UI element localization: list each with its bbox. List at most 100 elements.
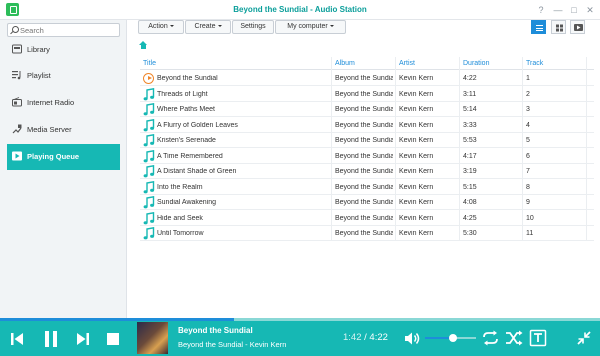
- playback-time: 1:42 / 4:22: [343, 332, 388, 343]
- table-row[interactable]: Sundial Awakening Beyond the Sundial Kevin…: [140, 195, 594, 210]
- column-header-artist[interactable]: Artist: [399, 60, 415, 67]
- sidebar-item-internet-radio[interactable]: Internet Radio: [7, 90, 120, 116]
- cell-album: Beyond the Sundial: [335, 183, 393, 191]
- now-playing-title: Beyond the Sundial: [178, 326, 253, 335]
- music-note-icon: [143, 149, 155, 162]
- sidebar: Library Playlist Internet Radio Media Se…: [0, 20, 127, 318]
- table-row[interactable]: A Time Remembered Beyond the Sundial Kevin…: [140, 149, 594, 164]
- music-note-icon: [143, 118, 155, 131]
- previous-track-icon[interactable]: [8, 330, 26, 348]
- cell-artist: Kevin Kern: [399, 90, 434, 98]
- mini-player-icon[interactable]: [576, 330, 592, 346]
- title-bar: Beyond the Sundial - Audio Station ? — □…: [0, 0, 600, 20]
- sidebar-item-label: Library: [27, 45, 50, 54]
- grid-view-icon[interactable]: [551, 20, 566, 34]
- cell-duration: 3:19: [463, 168, 477, 175]
- lyrics-icon[interactable]: [529, 329, 547, 347]
- close-icon[interactable]: ✕: [584, 4, 596, 16]
- cell-artist: Kevin Kern: [399, 183, 434, 191]
- sidebar-item-label: Media Server: [27, 125, 72, 134]
- cell-artist: Kevin Kern: [399, 214, 434, 222]
- window-title: Beyond the Sundial - Audio Station: [233, 5, 367, 14]
- sidebar-item-playlist[interactable]: Playlist: [7, 63, 120, 89]
- cell-artist: Kevin Kern: [399, 137, 434, 144]
- cell-track: 4: [526, 121, 530, 129]
- cell-album: Beyond the Sundial: [335, 230, 393, 237]
- now-playing-icon: [143, 73, 154, 84]
- cell-artist: Kevin Kern: [399, 230, 434, 237]
- next-track-icon[interactable]: [74, 330, 92, 348]
- play-icon: [12, 151, 22, 161]
- table-row[interactable]: Kristen's Serenade Beyond the Sundial Kevi…: [140, 133, 594, 148]
- help-icon[interactable]: ?: [535, 4, 547, 16]
- table-row[interactable]: A Flurry of Golden Leaves Beyond the Sund…: [140, 118, 594, 133]
- cell-track: 3: [526, 106, 530, 113]
- radio-icon: [12, 97, 22, 107]
- table-row[interactable]: Into the Realm Beyond the Sundial Kevin Ke…: [140, 180, 594, 195]
- table-row[interactable]: Where Paths Meet Beyond the Sundial Kevin …: [140, 102, 594, 117]
- search-box[interactable]: [7, 23, 120, 37]
- sidebar-item-playing-queue[interactable]: Playing Queue: [7, 144, 120, 170]
- music-note-icon: [143, 227, 155, 240]
- sidebar-item-label: Playing Queue: [27, 152, 80, 161]
- player-bar: Beyond the Sundial Beyond the Sundial - …: [0, 321, 600, 356]
- cell-track: 7: [526, 168, 530, 175]
- cell-artist: Kevin Kern: [399, 106, 434, 113]
- cell-track: 11: [526, 230, 534, 237]
- sidebar-item-label: Playlist: [27, 71, 51, 80]
- maximize-icon[interactable]: □: [568, 4, 580, 16]
- column-header-duration[interactable]: Duration: [463, 60, 489, 67]
- cell-track: 1: [526, 75, 530, 82]
- repeat-icon[interactable]: [481, 329, 500, 347]
- settings-button[interactable]: Settings: [232, 20, 274, 34]
- list-view-icon[interactable]: [531, 20, 546, 34]
- music-note-icon: [143, 211, 155, 224]
- volume-slider-handle[interactable]: [449, 334, 458, 342]
- music-note-icon: [143, 165, 155, 178]
- sidebar-item-media-server[interactable]: Media Server: [7, 117, 120, 143]
- library-icon: [12, 44, 22, 54]
- action-button[interactable]: Action: [138, 20, 184, 34]
- music-note-icon: [143, 87, 155, 100]
- column-header-album[interactable]: Album: [335, 60, 355, 67]
- shuffle-icon[interactable]: [505, 329, 524, 347]
- cell-artist: Kevin Kern: [399, 199, 434, 206]
- column-header-title[interactable]: Title: [143, 60, 156, 67]
- cell-album: Beyond the Sundial: [335, 199, 393, 206]
- search-input[interactable]: [20, 25, 115, 35]
- chevron-down-icon: [329, 25, 334, 28]
- stop-icon[interactable]: [104, 330, 122, 348]
- volume-icon[interactable]: [404, 330, 421, 347]
- cell-duration: 5:53: [463, 137, 477, 144]
- cell-track: 9: [526, 199, 530, 206]
- cell-album: Beyond the Sundial: [335, 214, 393, 222]
- cell-album: Beyond the Sundial: [335, 121, 393, 129]
- cell-duration: 5:15: [463, 183, 477, 191]
- cell-duration: 4:17: [463, 152, 477, 160]
- column-header-track[interactable]: Track: [526, 60, 543, 67]
- cell-title: A Time Remembered: [157, 152, 223, 160]
- minimize-icon[interactable]: —: [552, 4, 564, 16]
- table-row[interactable]: Hide and Seek Beyond the Sundial Kevin Ker…: [140, 211, 594, 226]
- search-icon: [12, 26, 19, 33]
- pause-icon[interactable]: [42, 330, 60, 348]
- home-icon[interactable]: [139, 41, 148, 50]
- playlist-icon: [12, 71, 21, 80]
- source-select[interactable]: My computer: [275, 20, 346, 34]
- cell-title: Until Tomorrow: [157, 230, 204, 237]
- table-row[interactable]: A Distant Shade of Green Beyond the Sundi…: [140, 164, 594, 179]
- music-note-icon: [143, 134, 155, 147]
- sidebar-item-library[interactable]: Library: [7, 37, 120, 63]
- table-row[interactable]: Beyond the Sundial Beyond the Sundial Kevi…: [140, 71, 594, 86]
- table-header: Title Album Artist Duration Track: [140, 57, 594, 70]
- player-view-icon[interactable]: [570, 20, 585, 34]
- cell-title: Threads of Light: [157, 90, 208, 98]
- table-row[interactable]: Threads of Light Beyond the Sundial Kevin …: [140, 87, 594, 102]
- table-row[interactable]: Until Tomorrow Beyond the Sundial Kevin Ke…: [140, 226, 594, 241]
- create-button[interactable]: Create: [185, 20, 231, 34]
- cell-duration: 4:25: [463, 214, 477, 222]
- cell-artist: Kevin Kern: [399, 168, 434, 175]
- music-note-icon: [143, 196, 155, 209]
- cell-title: A Flurry of Golden Leaves: [157, 121, 238, 129]
- toolbar: Action Create Settings My computer: [127, 20, 600, 38]
